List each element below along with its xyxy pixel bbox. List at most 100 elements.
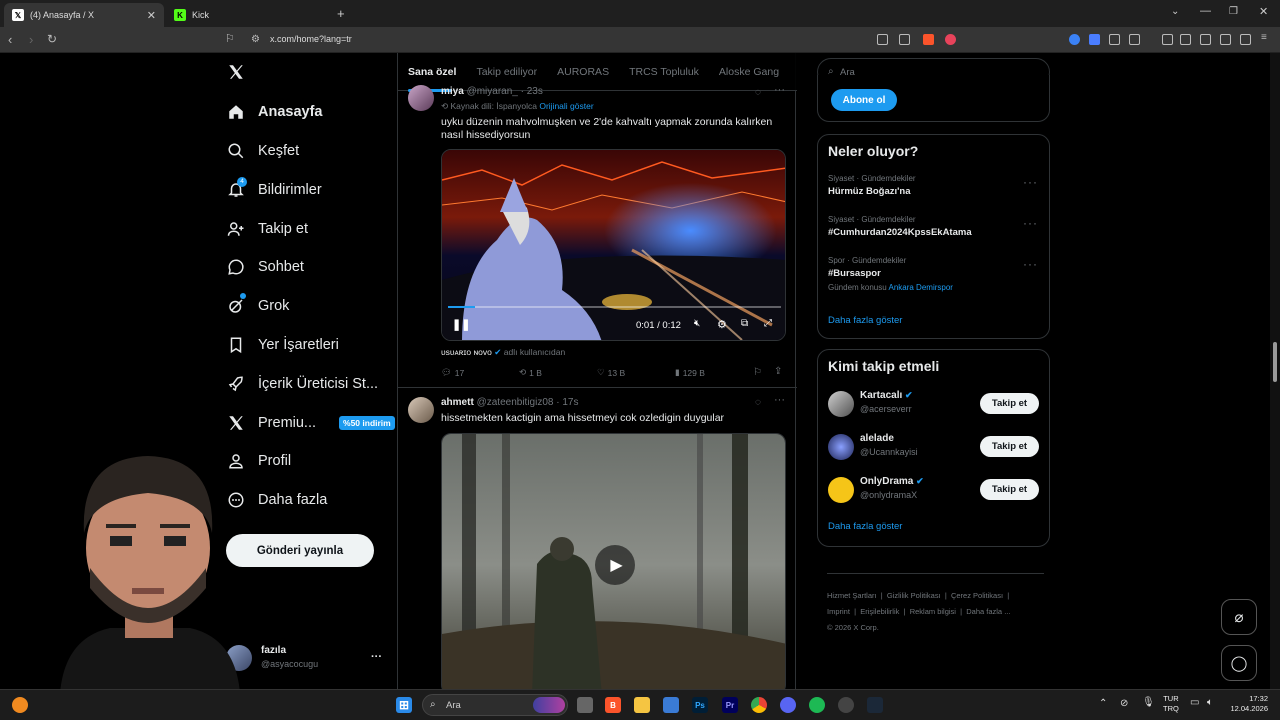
grok-icon[interactable]: ◌ [755, 87, 761, 98]
nav-item-bookmarks[interactable]: Yer İşaretleri [227, 333, 339, 357]
extension-audio-icon[interactable] [1089, 34, 1100, 45]
extensions-puzzle-icon[interactable] [1129, 34, 1140, 45]
footer-link[interactable]: Gizlilik Politikası [887, 591, 941, 600]
mute-icon[interactable]: 🔇︎ [694, 318, 700, 329]
screen-cast-icon[interactable] [877, 34, 888, 45]
brave-shield-icon[interactable] [923, 34, 934, 45]
nav-item-premium[interactable]: Premiu... %50 indirim [227, 411, 395, 435]
store-icon[interactable] [663, 697, 679, 713]
tab-following[interactable]: Takip ediliyor [466, 66, 547, 78]
page-scrollbar[interactable] [1270, 53, 1280, 689]
nav-item-explore[interactable]: Keşfet [227, 139, 299, 163]
sidebar-icon[interactable] [1180, 34, 1191, 45]
nav-item-home[interactable]: Anasayfa [227, 100, 322, 124]
share-icon[interactable] [899, 34, 910, 45]
nav-item-chat[interactable]: Sohbet [227, 255, 304, 279]
related-topic-link[interactable]: Ankara Demirspor [888, 283, 952, 292]
tray-overflow-chevron-icon[interactable]: ⌃ [1099, 698, 1107, 709]
trend-more-icon[interactable]: ··· [1023, 216, 1038, 230]
start-button[interactable]: ⊞ [396, 697, 412, 713]
new-tab-button[interactable]: + [337, 6, 345, 21]
brave-icon[interactable]: B [605, 697, 621, 713]
spotify-icon[interactable] [809, 697, 825, 713]
show-more-trends-link[interactable]: Daha fazla göster [828, 315, 902, 326]
microphone-icon[interactable]: 🎙︎ [1142, 697, 1155, 708]
tweet[interactable]: miya @miyaran_ · 23s ◌ ··· ⟲ Kaynak dili… [398, 84, 797, 388]
fullscreen-icon[interactable]: ⤢ [764, 318, 772, 329]
credit-user[interactable]: ᴜsᴜᴀʀɪᴏ ɴᴏᴠᴏ [441, 347, 492, 357]
trend-item[interactable]: Siyaset · Gündemdekiler #Cumhurdan2024Kp… [828, 215, 1040, 245]
follow-button[interactable]: Takip et [980, 436, 1039, 457]
app-icon[interactable] [838, 697, 854, 713]
more-icon[interactable]: ··· [774, 84, 785, 96]
wallet-icon[interactable] [1200, 34, 1211, 45]
footer-link[interactable]: Çerez Politikası [951, 591, 1003, 600]
leo-icon[interactable] [1220, 34, 1231, 45]
volume-icon[interactable]: 🔈︎ [1207, 697, 1213, 708]
footer-link[interactable]: Imprint [827, 607, 850, 616]
play-button[interactable]: ▶ [595, 545, 635, 585]
bookmark-page-icon[interactable]: ⚐ [225, 32, 235, 45]
picture-in-picture-icon[interactable]: ⧉ [741, 318, 748, 329]
video-progress-track[interactable] [448, 306, 781, 308]
premiere-icon[interactable]: Pr [722, 697, 738, 713]
trend-item[interactable]: Spor · Gündemdekiler #Bursaspor Gündem k… [828, 256, 1040, 298]
nav-item-follow[interactable]: Takip et [227, 217, 308, 241]
back-icon[interactable]: ‹ [8, 32, 12, 47]
url-field[interactable]: x.com/home?lang=tr [270, 34, 352, 44]
trend-more-icon[interactable]: ··· [1023, 257, 1038, 271]
account-more-icon[interactable]: ··· [371, 651, 382, 663]
steam-icon[interactable] [867, 697, 883, 713]
more-icon[interactable]: ··· [774, 394, 785, 406]
grok-floating-button[interactable]: ⌀ [1221, 599, 1257, 635]
grok-icon[interactable]: ◌ [755, 397, 761, 408]
tab-aloske-gang[interactable]: Aloske Gang [709, 66, 789, 78]
clock[interactable]: 17:32 12.04.2026 [1228, 694, 1268, 714]
extension-icon[interactable] [1109, 34, 1120, 45]
close-window-button[interactable]: ✕ [1259, 5, 1268, 18]
views-button[interactable]: ▮ 129 B [675, 367, 705, 378]
site-settings-icon[interactable]: ⚙ [251, 34, 260, 45]
pause-icon[interactable]: ❚❚ [452, 318, 470, 331]
messages-floating-button[interactable]: ◯ [1221, 645, 1257, 681]
tweet[interactable]: ahmett @zateenbitigiz08 · 17s ◌ ··· hiss… [398, 388, 797, 689]
file-explorer-icon[interactable] [634, 697, 650, 713]
subscribe-button[interactable]: Abone ol [831, 89, 897, 111]
tab-auroras[interactable]: AURORAS [547, 66, 619, 78]
scrollbar-thumb[interactable] [1273, 342, 1277, 382]
x-logo-icon[interactable] [227, 63, 245, 81]
nav-item-grok[interactable]: Grok [227, 294, 289, 318]
network-icon[interactable]: ▭ [1190, 697, 1199, 708]
trend-item[interactable]: Siyaset · Gündemdekiler Hürmüz Boğazı'na [828, 174, 1040, 204]
show-more-suggestions-link[interactable]: Daha fazla göster [828, 521, 902, 532]
show-original-link[interactable]: Orijinali göster [539, 101, 593, 111]
weather-icon[interactable] [12, 697, 28, 713]
minimize-button[interactable]: — [1200, 5, 1211, 17]
repost-button[interactable]: ⟲ 1 B [519, 367, 542, 378]
footer-link[interactable]: Erişilebilirlik [860, 607, 899, 616]
reply-button[interactable]: 💬︎ 17 [441, 367, 464, 378]
settings-icon[interactable]: ⚙ [717, 318, 727, 331]
chrome-icon[interactable] [751, 697, 767, 713]
tab-for-you[interactable]: Sana özel [398, 66, 466, 78]
restore-button[interactable]: ❐ [1229, 6, 1238, 17]
footer-link[interactable]: Reklam bilgisi [910, 607, 956, 616]
tab-trcs-community[interactable]: TRCS Topluluk [619, 66, 709, 78]
follow-button[interactable]: Takip et [980, 479, 1039, 500]
tab-list-chevron-icon[interactable]: ⌄ [1171, 6, 1179, 17]
media-icon[interactable] [1162, 34, 1173, 45]
footer-link[interactable]: Hizmet Şartları [827, 591, 877, 600]
input-language[interactable]: TUR TRQ [1163, 694, 1179, 714]
vpn-icon[interactable] [1240, 34, 1251, 45]
taskbar-search[interactable]: ⌕ Ara [422, 694, 568, 716]
discord-icon[interactable] [780, 697, 796, 713]
forward-icon[interactable]: › [29, 32, 33, 47]
tray-icon[interactable]: ⊘ [1120, 698, 1128, 709]
share-icon[interactable]: ⇪ [774, 366, 782, 377]
tab-x-home[interactable]: 𝕏 (4) Anasayfa / X ✕ [4, 3, 164, 27]
video-player[interactable]: ▶ [441, 433, 786, 689]
photoshop-icon[interactable]: Ps [692, 697, 708, 713]
tab-kick[interactable]: K Kick [166, 3, 328, 27]
nav-item-creator-studio[interactable]: İçerik Üreticisi St... [227, 372, 378, 396]
task-view-icon[interactable] [577, 697, 593, 713]
